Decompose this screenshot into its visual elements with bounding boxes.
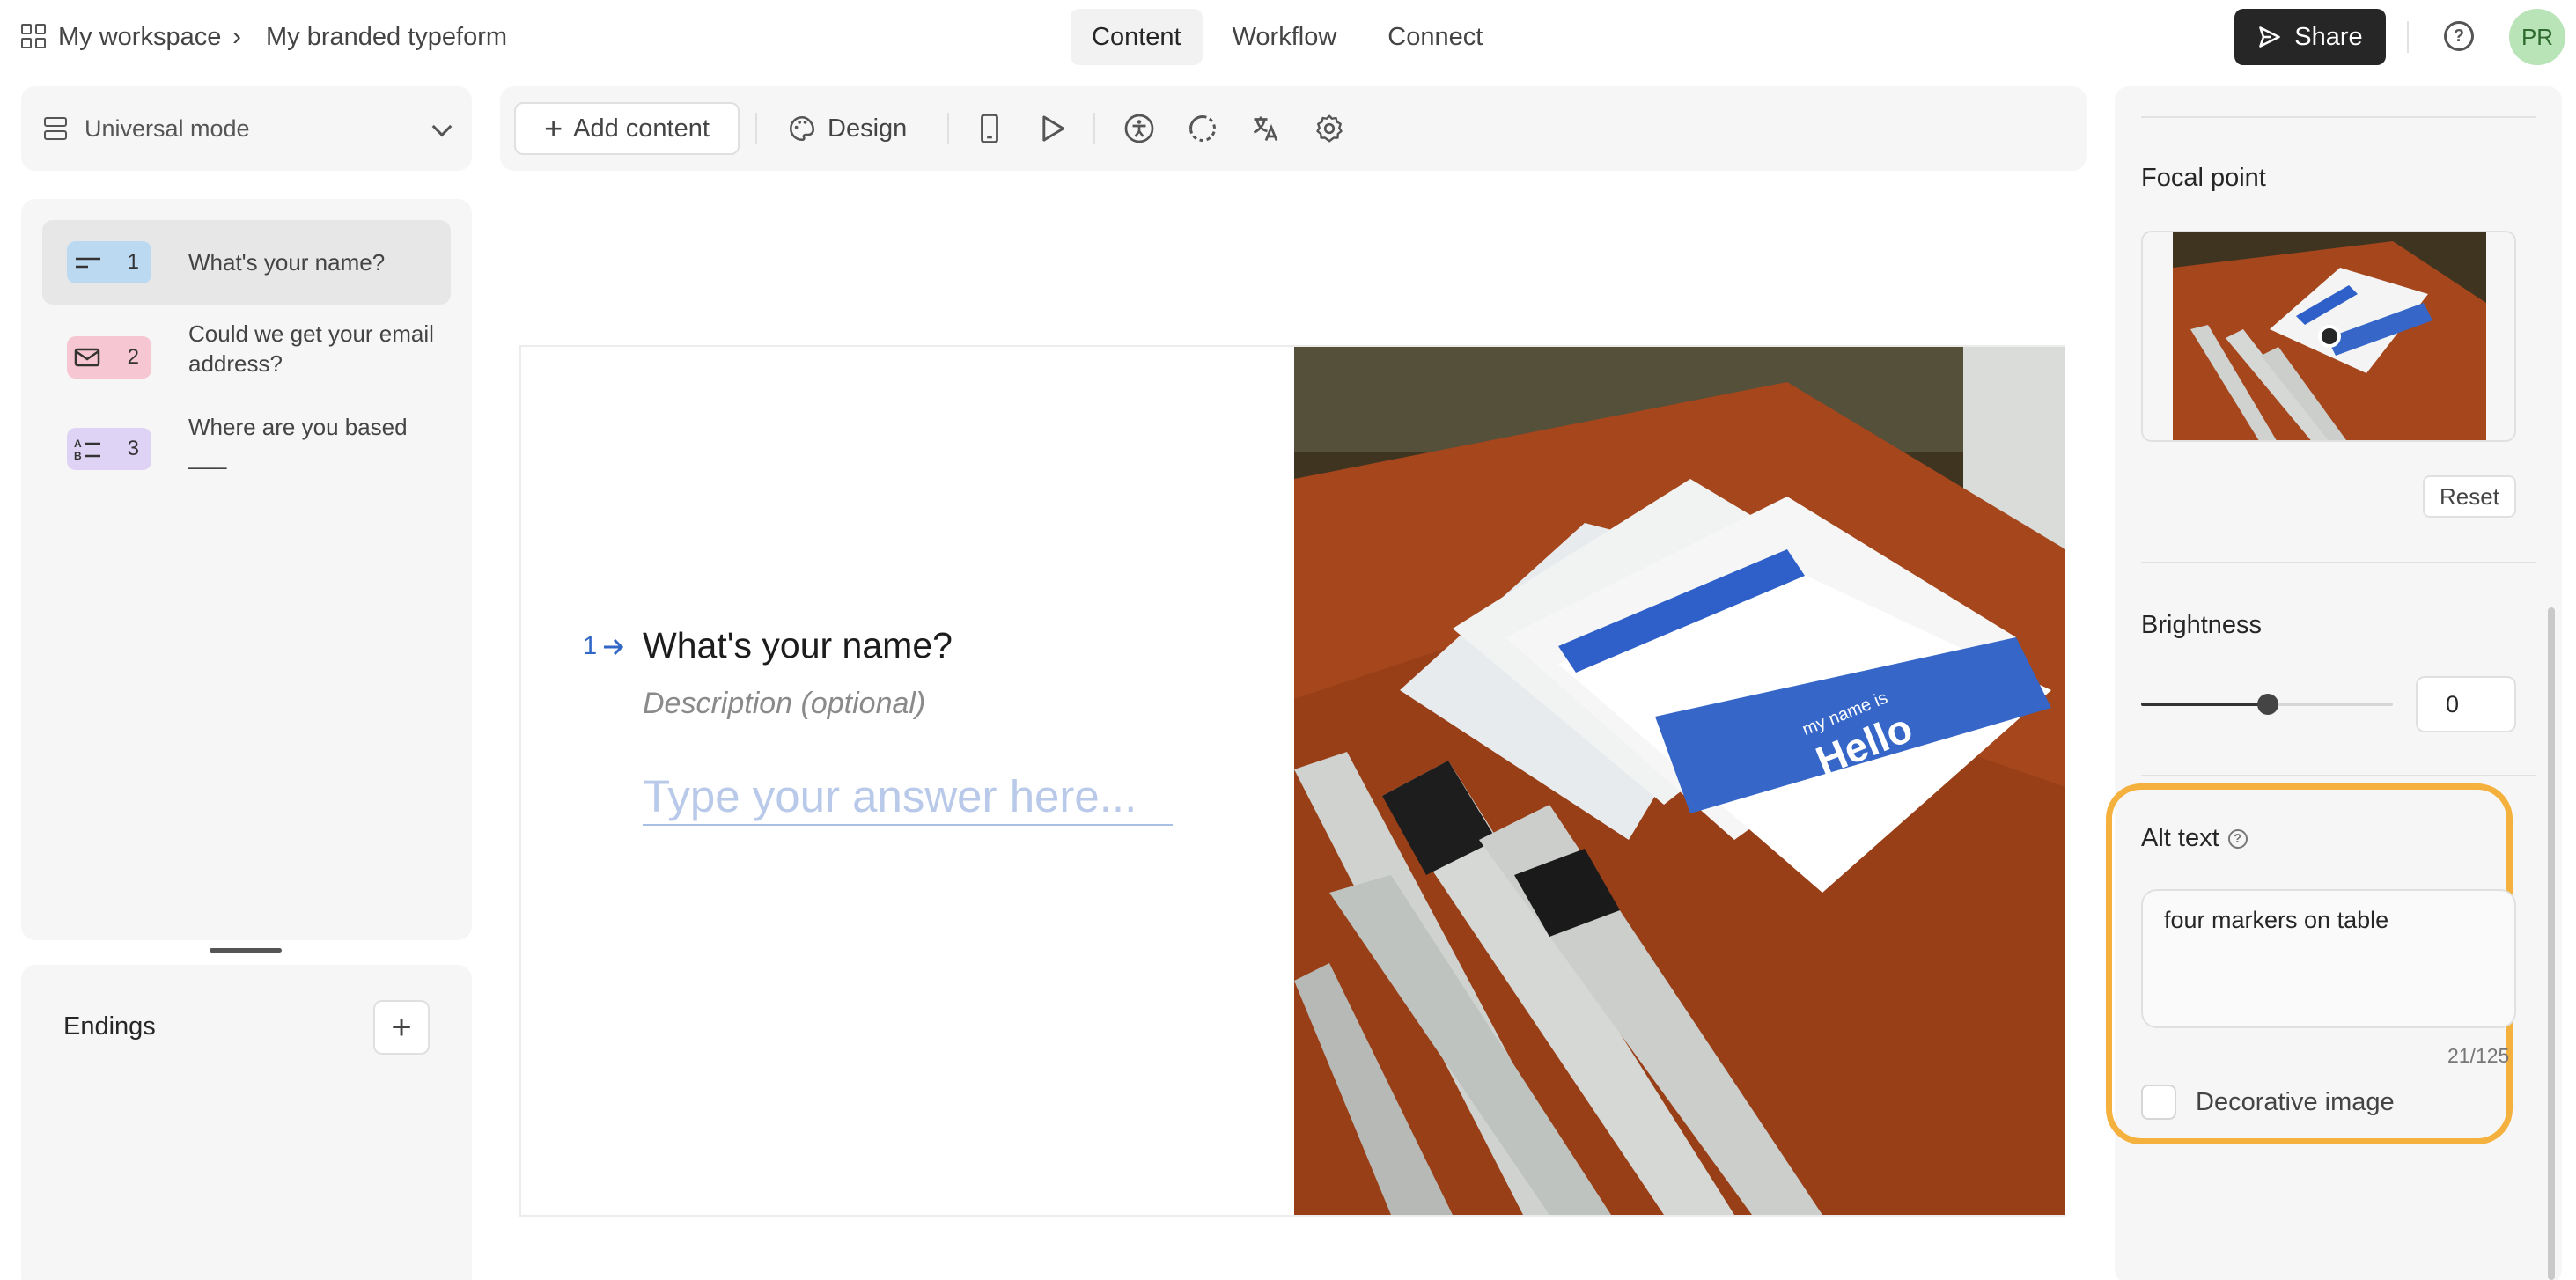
divider xyxy=(2141,562,2536,563)
arrow-right-icon xyxy=(604,638,624,655)
svg-text:B: B xyxy=(74,450,82,461)
svg-text:A: A xyxy=(74,438,82,450)
chevron-down-icon xyxy=(431,116,453,137)
question-list: 1 What's your name? 2 Could we get your … xyxy=(21,199,472,940)
form-preview-canvas: 1 What's your name? Description (optiona… xyxy=(519,345,2065,1217)
avatar[interactable]: PR xyxy=(2509,9,2565,65)
focal-point-marker[interactable] xyxy=(2322,328,2337,344)
endings-title: Endings xyxy=(63,1012,156,1041)
canvas-question-number: 1 xyxy=(583,632,598,660)
loading-icon[interactable] xyxy=(1185,111,1220,146)
email-icon xyxy=(74,348,100,367)
alt-text-label: Alt text ? xyxy=(2141,824,2248,853)
question-text: What's your name? xyxy=(188,249,386,276)
tab-connect[interactable]: Connect xyxy=(1366,9,1504,65)
question-badge: AB 3 xyxy=(67,428,151,470)
brightness-value-input[interactable] xyxy=(2416,676,2516,732)
question-item-3[interactable]: AB 3 Where are you based ___ xyxy=(42,407,451,491)
divider xyxy=(2141,775,2536,776)
play-icon[interactable] xyxy=(1035,111,1071,146)
question-badge: 1 xyxy=(67,241,151,283)
question-text: Could we get your email address? xyxy=(188,320,434,377)
send-icon xyxy=(2259,26,2281,48)
brightness-label: Brightness xyxy=(2141,611,2263,639)
panel-resize-handle[interactable] xyxy=(210,948,282,953)
breadcrumb-separator: › xyxy=(232,22,241,51)
question-number: 2 xyxy=(127,345,139,369)
question-item-2[interactable]: 2 Could we get your email address? xyxy=(42,315,451,400)
palette-icon xyxy=(789,115,815,142)
design-button[interactable]: Design xyxy=(787,102,907,155)
image-settings-panel: Focal point Reset Brightness Alt text ? … xyxy=(2106,86,2562,1280)
short-text-icon xyxy=(76,257,100,269)
mode-dropdown[interactable]: Universal mode xyxy=(21,86,472,171)
add-content-button[interactable]: + Add content xyxy=(514,102,740,155)
toolbar-divider xyxy=(947,113,949,144)
question-title[interactable]: What's your name? xyxy=(643,625,953,666)
design-label: Design xyxy=(828,114,908,143)
question-description[interactable]: Description (optional) xyxy=(643,687,925,721)
breadcrumb-workspace[interactable]: My workspace xyxy=(58,19,221,55)
tab-workflow[interactable]: Workflow xyxy=(1211,9,1358,65)
brightness-slider-fill xyxy=(2141,703,2268,706)
help-circle-icon[interactable]: ? xyxy=(2444,21,2474,51)
workspace-grid-icon[interactable] xyxy=(21,24,48,50)
question-text: Where are you based ___ xyxy=(188,414,408,470)
tab-content[interactable]: Content xyxy=(1071,9,1203,65)
accessibility-icon[interactable] xyxy=(1122,111,1157,146)
share-label: Share xyxy=(2294,22,2363,51)
add-content-label: Add content xyxy=(573,114,710,143)
decorative-image-option[interactable]: Decorative image xyxy=(2141,1085,2395,1120)
layout-mode-icon xyxy=(42,115,69,142)
share-button[interactable]: Share xyxy=(2234,9,2386,65)
question-number-indicator: 1 xyxy=(583,632,625,661)
breadcrumb-form-title[interactable]: My branded typeform xyxy=(266,19,507,55)
mode-label: Universal mode xyxy=(85,114,250,142)
focal-point-label: Focal point xyxy=(2141,164,2266,192)
question-item-1[interactable]: 1 What's your name? xyxy=(42,220,451,305)
toolbar-divider xyxy=(755,113,757,144)
decorative-image-label: Decorative image xyxy=(2196,1087,2395,1116)
answer-input[interactable] xyxy=(643,768,1173,826)
reset-button[interactable]: Reset xyxy=(2423,475,2516,518)
right-panel-scrollbar[interactable] xyxy=(2548,607,2555,1280)
alt-text-counter: 21/125 xyxy=(2447,1044,2510,1067)
plus-icon: + xyxy=(544,110,563,146)
main-tabs: Content Workflow Connect xyxy=(1071,9,1504,65)
add-ending-button[interactable]: + xyxy=(373,1000,430,1055)
alt-text-title: Alt text xyxy=(2141,824,2219,852)
translate-icon[interactable] xyxy=(1248,111,1284,146)
question-badge: 2 xyxy=(67,336,151,379)
brightness-slider-thumb[interactable] xyxy=(2257,694,2278,715)
endings-panel: Endings + xyxy=(21,965,472,1280)
header-divider xyxy=(2407,21,2409,53)
settings-icon[interactable] xyxy=(1312,111,1347,146)
help-circle-icon[interactable]: ? xyxy=(2227,828,2248,849)
question-image[interactable]: Hello my name is xyxy=(1294,347,2065,1215)
focal-thumbnail xyxy=(2173,232,2486,440)
toolbar-divider xyxy=(1093,113,1095,144)
decorative-image-checkbox[interactable] xyxy=(2141,1085,2176,1120)
mobile-preview-icon[interactable] xyxy=(972,111,1007,146)
divider xyxy=(2141,116,2536,118)
alt-text-input[interactable]: four markers on table xyxy=(2141,889,2516,1028)
question-number: 3 xyxy=(127,437,139,460)
question-number: 1 xyxy=(127,250,139,274)
editor-toolbar: + Add content Design xyxy=(500,86,2087,171)
top-bar: My workspace › My branded typeform Conte… xyxy=(0,0,2576,74)
focal-point-picker[interactable] xyxy=(2141,231,2516,442)
list-icon: AB xyxy=(74,438,100,461)
